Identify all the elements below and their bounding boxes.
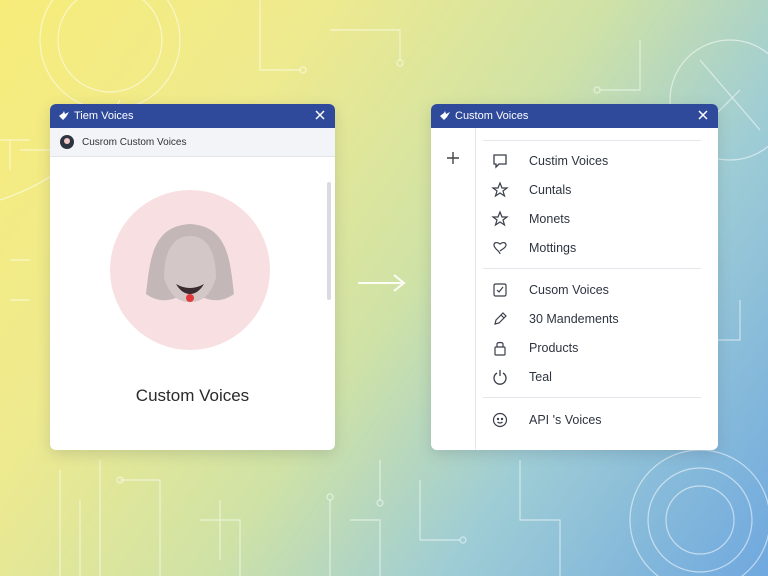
pencil-icon	[491, 310, 509, 328]
voices-window: Tiem Voices Cusrom Custom Voices Custom …	[50, 104, 335, 450]
side-rail	[431, 128, 476, 450]
menu-item-cuntals[interactable]: Cuntals	[491, 179, 705, 201]
lock-icon	[491, 339, 509, 357]
arrow-right-icon	[358, 274, 406, 292]
divider	[483, 397, 701, 398]
voice-caption: Custom Voices	[135, 386, 250, 405]
star-icon	[491, 210, 509, 228]
menu-item-label: Cusom Voices	[529, 283, 609, 297]
menu-item-label: API 's Voices	[529, 413, 602, 427]
menu-item-custim-voices[interactable]: Custim Voices	[491, 150, 705, 172]
menu-item-cusom-voices[interactable]: Cusom Voices	[491, 279, 705, 301]
smiley-icon	[491, 411, 509, 429]
divider	[483, 268, 701, 269]
voice-subheader-label: Cusrom Custom Voices	[82, 136, 187, 148]
checkbox-icon	[491, 281, 509, 299]
custom-voices-window: Custom Voices Custim Voices Cuntals Mone…	[431, 104, 718, 450]
menu-item-mottings[interactable]: Mottings	[491, 237, 705, 259]
power-icon	[491, 368, 509, 386]
menu-item-monets[interactable]: Monets	[491, 208, 705, 230]
voices-window-titlebar: Tiem Voices	[50, 104, 335, 128]
close-icon[interactable]	[696, 108, 710, 122]
menu-item-label: Mottings	[529, 241, 577, 255]
bird-logo-icon	[58, 110, 70, 122]
close-icon[interactable]	[313, 108, 327, 122]
menu-item-api-voices[interactable]: API 's Voices	[491, 409, 705, 431]
voice-subheader[interactable]: Cusrom Custom Voices	[50, 128, 335, 157]
chat-bubble-icon	[491, 152, 509, 170]
avatar-icon	[60, 135, 74, 149]
custom-voices-title: Custom Voices	[455, 110, 529, 122]
menu-item-label: 30 Mandements	[529, 312, 619, 326]
divider	[483, 140, 701, 141]
voices-window-title: Tiem Voices	[74, 110, 134, 122]
menu-item-label: Monets	[529, 212, 570, 226]
menu-item-label: Products	[529, 341, 579, 355]
menu-item-products[interactable]: Products	[491, 337, 705, 359]
bird-logo-icon	[439, 110, 451, 122]
menu-item-label: Teal	[529, 370, 552, 384]
menu-item-30-mandements[interactable]: 30 Mandements	[491, 308, 705, 330]
star-icon	[491, 181, 509, 199]
menu-item-teal[interactable]: Teal	[491, 366, 705, 388]
plus-icon[interactable]	[445, 150, 461, 166]
menu-item-label: Cuntals	[529, 183, 572, 197]
heart-icon	[491, 239, 509, 257]
custom-voices-titlebar: Custom Voices	[431, 104, 718, 128]
voice-avatar	[110, 190, 270, 350]
menu-item-label: Custim Voices	[529, 154, 609, 168]
scrollbar[interactable]	[327, 182, 331, 300]
